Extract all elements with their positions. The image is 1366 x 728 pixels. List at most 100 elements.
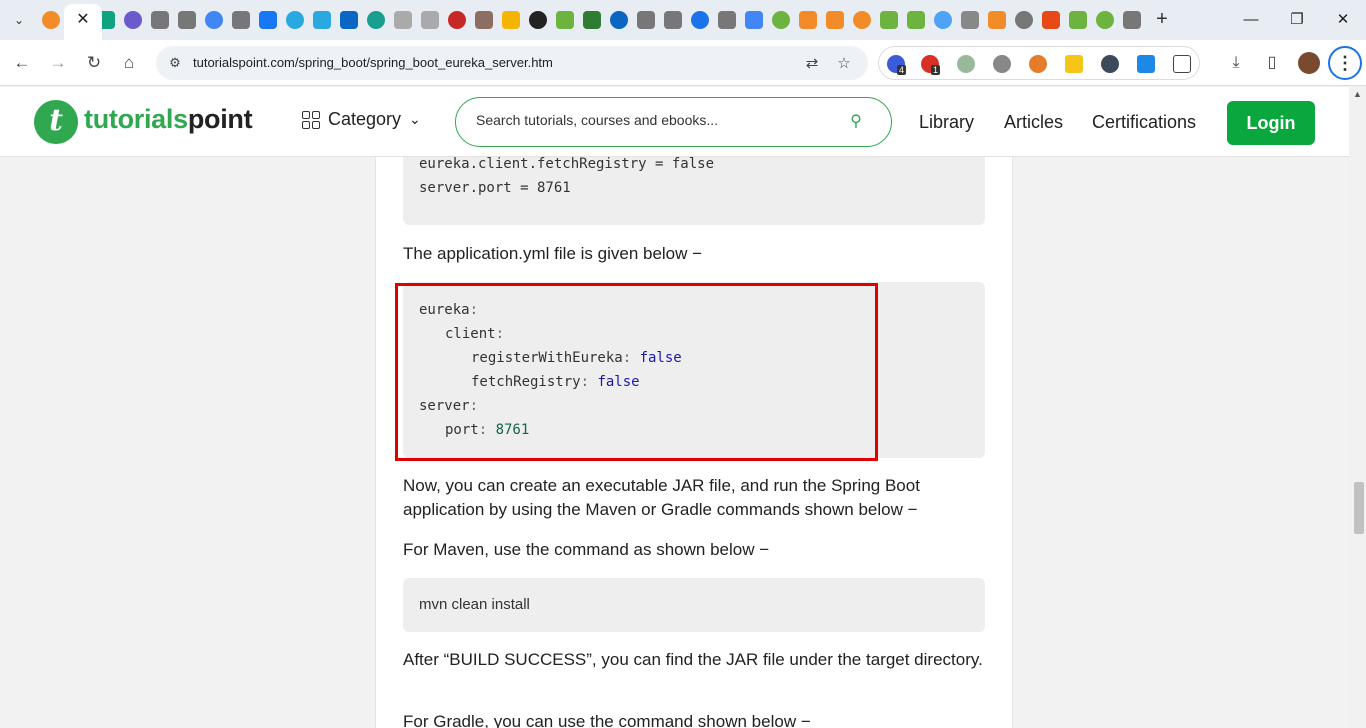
tab-favicon-icon[interactable] [529, 11, 547, 29]
scroll-up-icon[interactable]: ▲ [1353, 89, 1362, 99]
extension-icon[interactable] [1029, 55, 1047, 73]
tab-favicon-icon[interactable] [367, 11, 385, 29]
extension-icon[interactable] [1101, 55, 1119, 73]
tab-favicon-icon[interactable] [1015, 11, 1033, 29]
tab-search-chevron-icon[interactable]: ⌄ [6, 8, 32, 32]
tab-favicon-icon[interactable] [691, 11, 709, 29]
page-scrollbar[interactable]: ▲ [1349, 87, 1366, 728]
success-paragraph: After “BUILD SUCCESS”, you can find the … [403, 650, 983, 669]
minimize-button[interactable]: — [1236, 8, 1266, 32]
tab-favicon-icon[interactable] [799, 11, 817, 29]
maven-command: mvn clean install [419, 596, 530, 613]
tab-favicon-icon[interactable] [718, 11, 736, 29]
close-tab-icon[interactable]: ✕ [74, 10, 92, 30]
tab-favicon-icon[interactable] [394, 11, 412, 29]
back-button[interactable]: ← [9, 50, 35, 76]
side-panel-icon[interactable]: ▯ [1259, 50, 1285, 76]
extension-icon[interactable] [957, 55, 975, 73]
extensions-area: 4 1 [878, 46, 1200, 80]
close-window-button[interactable]: ✕ [1328, 8, 1358, 32]
chevron-down-icon: ⌄ [409, 111, 421, 127]
extension-icon[interactable] [1065, 55, 1083, 73]
address-bar[interactable]: ⚙ tutorialspoint.com/spring_boot/spring_… [156, 46, 868, 80]
tab-favicon-icon[interactable] [988, 11, 1006, 29]
bookmark-star-icon[interactable]: ☆ [834, 54, 854, 74]
tab-favicon-icon[interactable] [205, 11, 223, 29]
nav-certifications[interactable]: Certifications [1092, 112, 1196, 133]
tab-favicon-icon[interactable] [637, 11, 655, 29]
browser-menu-icon[interactable]: ⋮ [1328, 46, 1362, 80]
gradle-paragraph: For Gradle, you can use the command show… [403, 712, 811, 728]
tab-favicon-icon[interactable] [934, 11, 952, 29]
tab-favicon-icon[interactable] [1069, 11, 1087, 29]
tab-favicon-icon[interactable] [124, 11, 142, 29]
tab-favicon-icon[interactable] [853, 11, 871, 29]
logo-text-part1: tutorials [84, 104, 188, 134]
site-info-icon[interactable]: ⚙ [166, 54, 184, 72]
login-button[interactable]: Login [1227, 101, 1315, 145]
tab-favicon-icon[interactable] [448, 11, 466, 29]
tab-favicon-icon[interactable] [664, 11, 682, 29]
tab-favicon-icon[interactable] [1096, 11, 1114, 29]
tab-favicon-icon[interactable] [880, 11, 898, 29]
nav-library[interactable]: Library [919, 112, 974, 133]
extension-icon[interactable] [1137, 55, 1155, 73]
restore-button[interactable]: ❐ [1282, 8, 1312, 32]
tab-favicon-icon[interactable] [259, 11, 277, 29]
forward-button[interactable]: → [45, 50, 71, 76]
search-input[interactable] [476, 112, 836, 128]
reload-button[interactable]: ↻ [81, 50, 107, 76]
site-header: t tutorialspoint Category ⌄ ⚲ Library Ar… [0, 87, 1349, 157]
tab-favicon-icon[interactable] [772, 11, 790, 29]
properties-code-block: eureka.client.fetchRegistry = false serv… [403, 157, 985, 225]
url-text[interactable]: tutorialspoint.com/spring_boot/spring_bo… [193, 55, 553, 70]
tab-favicon-icon[interactable] [340, 11, 358, 29]
translate-icon[interactable]: ⇄ [802, 54, 822, 74]
logo[interactable]: tutorialspoint [84, 104, 253, 135]
tab-favicon-icon[interactable] [961, 11, 979, 29]
home-button[interactable]: ⌂ [116, 50, 142, 76]
puzzle-extensions-icon[interactable] [1173, 55, 1191, 73]
code-line: eureka.client.fetchRegistry = false [419, 157, 714, 176]
tab-favicon-icon[interactable] [151, 11, 169, 29]
tab-favicon-icon[interactable] [745, 11, 763, 29]
tab-favicon-icon[interactable] [1123, 11, 1141, 29]
browser-toolbar: ← → ↻ ⌂ ⚙ tutorialspoint.com/spring_boot… [0, 40, 1366, 86]
tab-favicon-icon[interactable] [610, 11, 628, 29]
tab-favicon-icon[interactable] [502, 11, 520, 29]
tab-favicon-icon[interactable] [286, 11, 304, 29]
code-line: server.port = 8761 [419, 176, 571, 200]
tab-strip: ⌄ ✕ + — ❐ ✕ [0, 0, 1366, 40]
code-text: eureka.client.fetchRegistry = false [419, 157, 715, 172]
maven-paragraph: For Maven, use the command as shown belo… [403, 540, 770, 559]
tab-favicon-icon[interactable] [1042, 11, 1060, 29]
tab-favicon-icon[interactable] [475, 11, 493, 29]
tab-favicon-icon[interactable] [583, 11, 601, 29]
profile-avatar[interactable] [1298, 52, 1320, 74]
tab-icons [38, 0, 1148, 40]
tab-favicon-icon[interactable] [232, 11, 250, 29]
search-box: ⚲ [455, 97, 892, 147]
extension-icon[interactable] [993, 55, 1011, 73]
extension-badge: 1 [931, 65, 941, 75]
tab-favicon-icon[interactable] [826, 11, 844, 29]
active-tab[interactable]: ✕ [64, 4, 102, 40]
search-icon[interactable]: ⚲ [846, 112, 866, 132]
nav-articles[interactable]: Articles [1004, 112, 1063, 133]
highlight-box [395, 283, 878, 461]
scroll-thumb[interactable] [1354, 482, 1364, 534]
maven-code-block: mvn clean install [403, 578, 985, 632]
category-menu[interactable]: Category ⌄ [302, 109, 421, 130]
tab-favicon-icon[interactable] [178, 11, 196, 29]
logo-text-part2: point [187, 104, 253, 134]
tab-favicon-icon[interactable] [42, 11, 60, 29]
tab-favicon-icon[interactable] [313, 11, 331, 29]
extension-badge: 4 [897, 65, 907, 75]
logo-icon[interactable]: t [34, 100, 78, 144]
tab-favicon-icon[interactable] [421, 11, 439, 29]
new-tab-button[interactable]: + [1150, 8, 1174, 32]
download-icon[interactable]: ⤓ [1223, 50, 1249, 76]
category-label: Category [328, 109, 402, 129]
tab-favicon-icon[interactable] [556, 11, 574, 29]
tab-favicon-icon[interactable] [907, 11, 925, 29]
